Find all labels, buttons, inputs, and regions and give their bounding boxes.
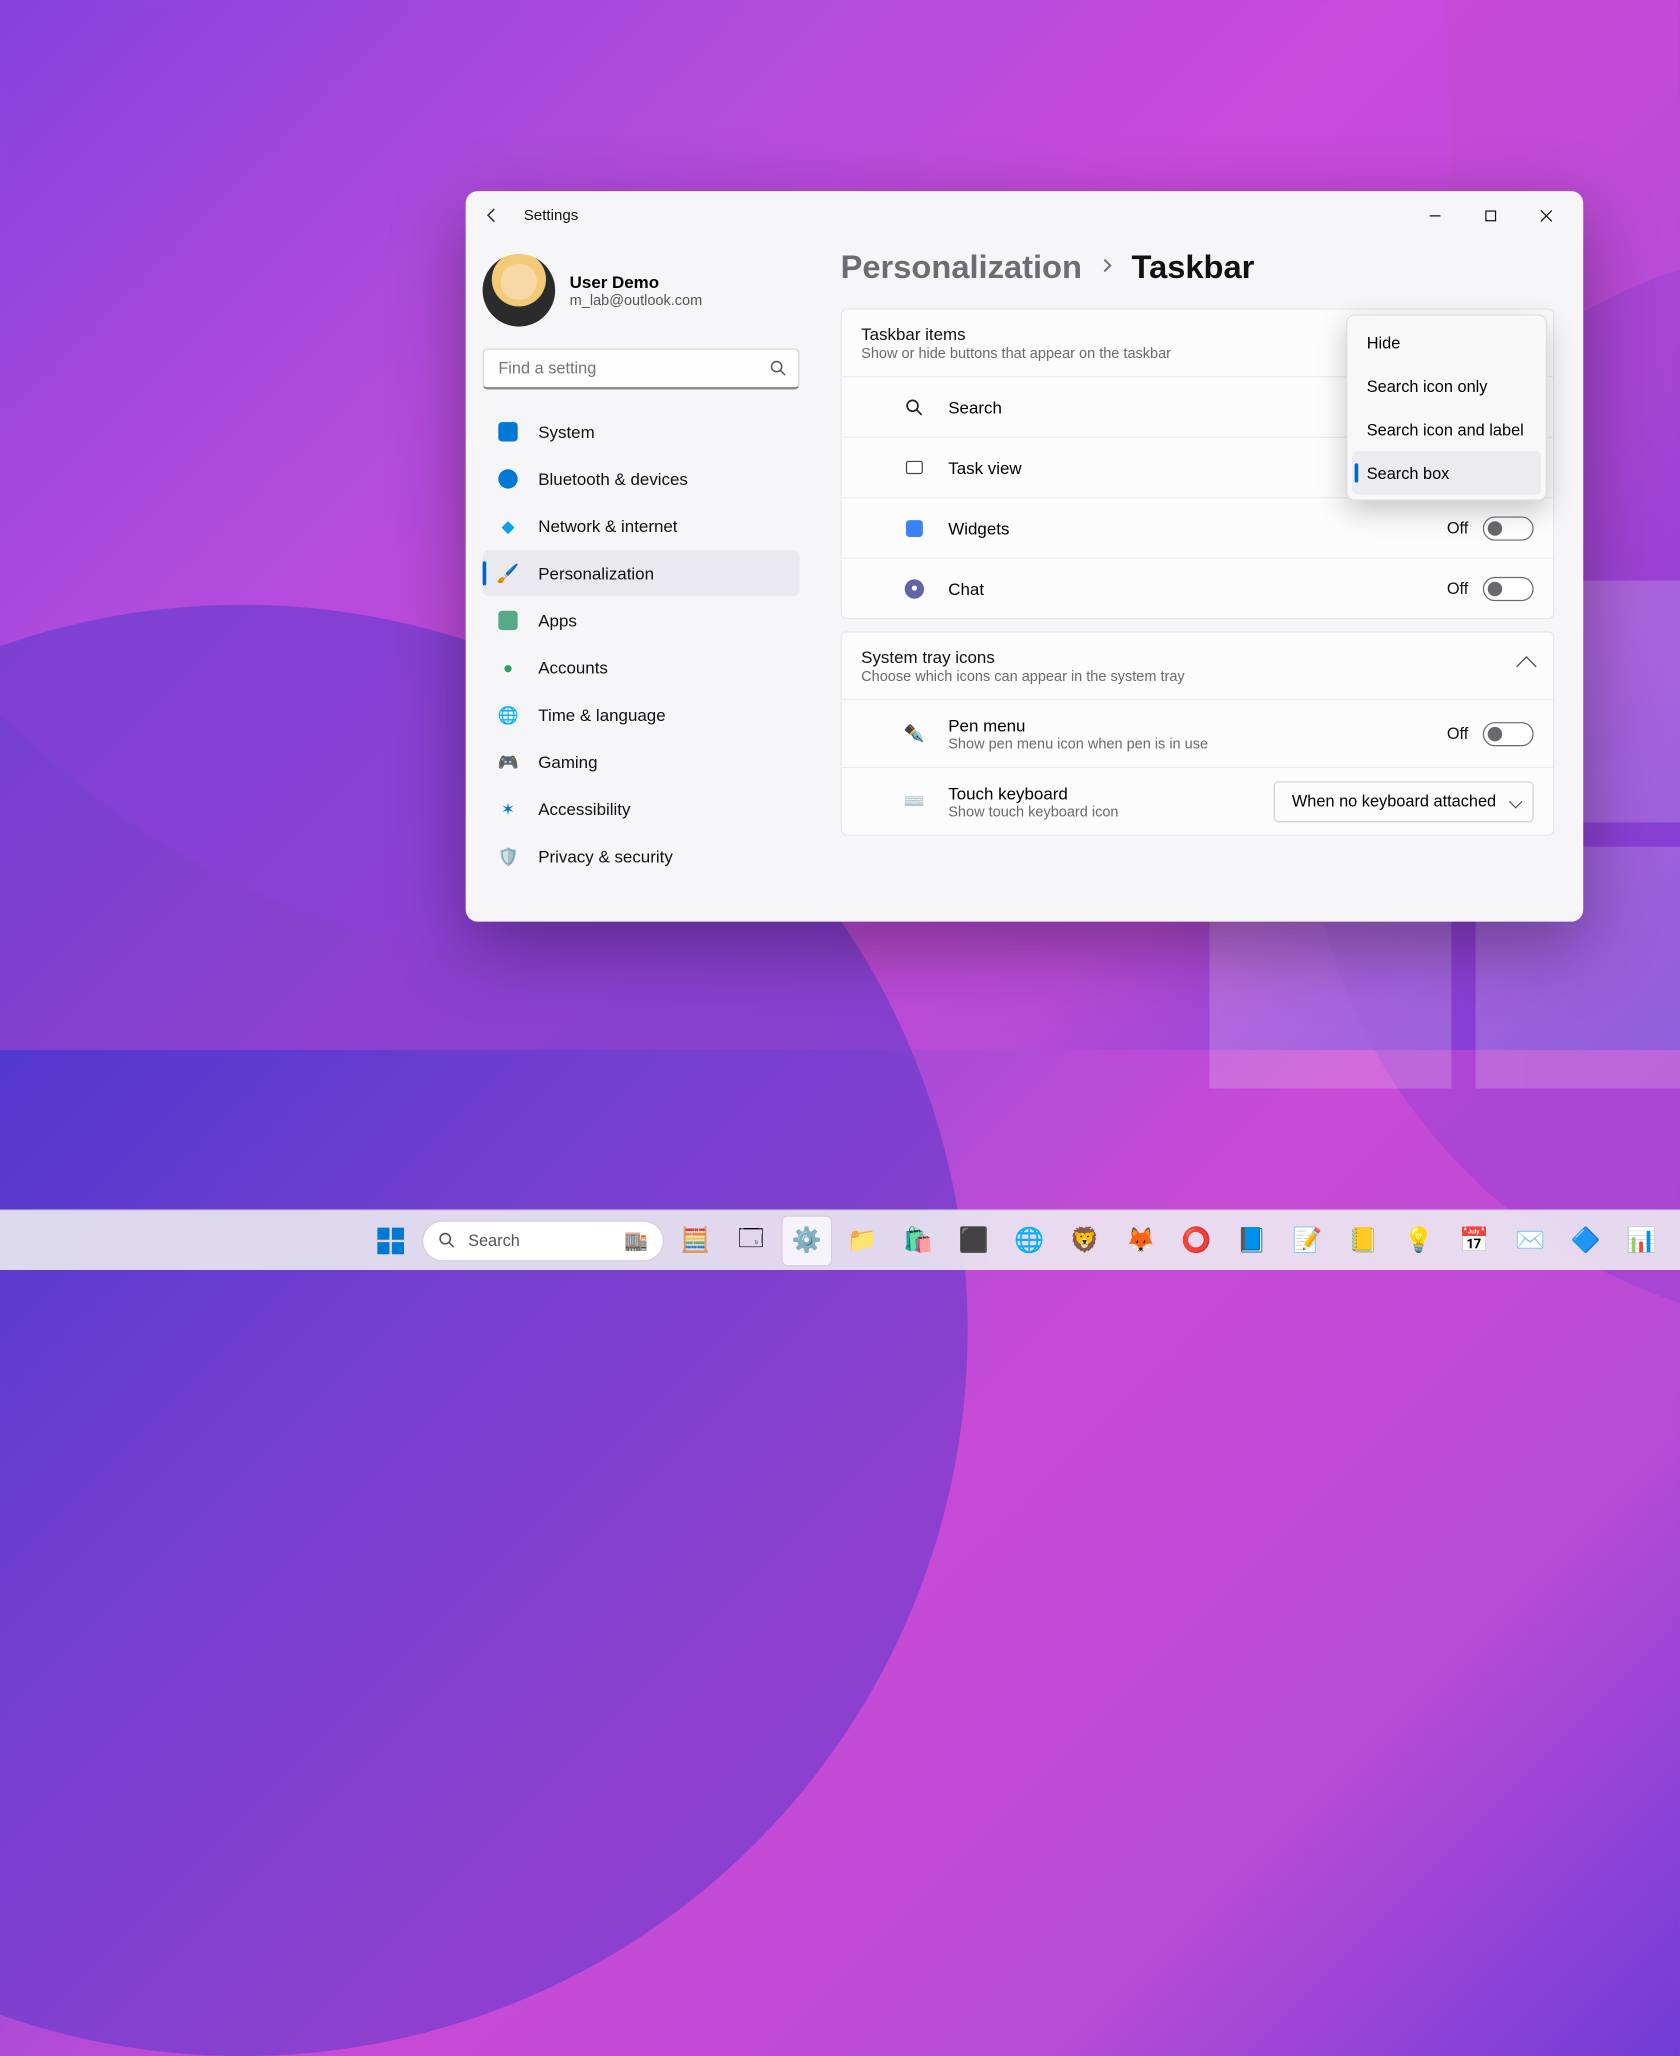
nav-accounts[interactable]: ●Accounts xyxy=(483,645,800,691)
apps-icon xyxy=(497,610,519,632)
taskbar-terminal[interactable]: ⬛ xyxy=(949,1216,997,1264)
system-tray-section: System tray icons Choose which icons can… xyxy=(841,631,1555,835)
chevron-up-icon xyxy=(1516,656,1537,677)
taskbar-chrome[interactable]: ⭕ xyxy=(1172,1216,1220,1264)
taskbar-firefox[interactable]: 🦊 xyxy=(1116,1216,1164,1264)
close-button[interactable] xyxy=(1518,196,1574,235)
search-icon xyxy=(769,359,787,383)
nav-accessibility[interactable]: ✶Accessibility xyxy=(483,786,800,832)
user-account-row[interactable]: User Demo m_lab@outlook.com xyxy=(483,254,800,327)
search-options-dropdown: Hide Search icon only Search icon and la… xyxy=(1346,314,1547,500)
search-input[interactable] xyxy=(483,348,800,389)
taskbar-brave[interactable]: 🦁 xyxy=(1061,1216,1109,1264)
toggle-widgets[interactable] xyxy=(1483,516,1534,540)
task-view-icon xyxy=(902,455,926,479)
taskbar-settings[interactable]: ⚙️ xyxy=(783,1216,831,1264)
search-icon xyxy=(902,395,926,419)
row-pen-menu: ✒️ Pen menu Show pen menu icon when pen … xyxy=(842,699,1553,767)
globe-icon: 🌐 xyxy=(497,704,519,726)
main-content: Personalization Taskbar Taskbar items Sh… xyxy=(816,239,1583,921)
taskbar-search[interactable]: Search 🏬 xyxy=(422,1220,664,1261)
search-icon xyxy=(438,1231,456,1249)
toggle-pen-menu[interactable] xyxy=(1483,721,1534,745)
taskbar-calendar[interactable]: 📅 xyxy=(1450,1216,1498,1264)
row-chat: ● Chat Off xyxy=(842,558,1553,618)
taskbar-app-3[interactable]: 📊 xyxy=(1617,1216,1665,1264)
taskbar-task-view[interactable]: 🗔 xyxy=(727,1216,775,1264)
taskbar-tips[interactable]: 💡 xyxy=(1395,1216,1443,1264)
row-widgets: Widgets Off xyxy=(842,497,1553,557)
touch-keyboard-dropdown[interactable]: When no keyboard attached xyxy=(1274,781,1534,822)
accessibility-icon: ✶ xyxy=(497,798,519,820)
minimize-button[interactable] xyxy=(1407,196,1463,235)
search-option-icon-only[interactable]: Search icon only xyxy=(1352,364,1541,408)
nav-time-language[interactable]: 🌐Time & language xyxy=(483,692,800,738)
nav-bluetooth[interactable]: Bluetooth & devices xyxy=(483,456,800,502)
sidebar: User Demo m_lab@outlook.com System Bluet… xyxy=(466,239,817,921)
settings-search[interactable] xyxy=(483,348,800,389)
titlebar: Settings xyxy=(466,191,1584,239)
display-icon xyxy=(497,421,519,443)
nav-privacy[interactable]: 🛡️Privacy & security xyxy=(483,833,800,879)
bluetooth-icon xyxy=(497,468,519,490)
taskbar: Search 🏬 🧮 🗔 ⚙️ 📁 🛍️ ⬛ 🌐 🦁 🦊 ⭕ 📘 📝 📒 💡 📅… xyxy=(0,1210,1680,1270)
search-option-icon-label[interactable]: Search icon and label xyxy=(1352,408,1541,452)
taskbar-word[interactable]: 📘 xyxy=(1228,1216,1276,1264)
taskbar-store[interactable]: 🛍️ xyxy=(894,1216,942,1264)
user-name: User Demo xyxy=(570,272,703,291)
search-option-hide[interactable]: Hide xyxy=(1352,321,1541,365)
maximize-button[interactable] xyxy=(1462,196,1518,235)
settings-window: Settings User Demo m_lab@outlook.com xyxy=(466,191,1584,922)
row-touch-keyboard: ⌨️ Touch keyboard Show touch keyboard ic… xyxy=(842,767,1553,835)
taskbar-mail[interactable]: ✉️ xyxy=(1506,1216,1554,1264)
person-icon: ● xyxy=(497,657,519,679)
taskbar-app-2[interactable]: 🔷 xyxy=(1561,1216,1609,1264)
back-button[interactable] xyxy=(475,198,509,232)
search-option-box[interactable]: Search box xyxy=(1352,451,1541,495)
start-button[interactable] xyxy=(366,1216,414,1264)
taskbar-app-1[interactable]: 📒 xyxy=(1339,1216,1387,1264)
taskbar-calculator[interactable]: 🧮 xyxy=(671,1216,719,1264)
breadcrumb-current: Taskbar xyxy=(1132,249,1255,286)
wifi-icon: ◆ xyxy=(497,515,519,537)
nav-network[interactable]: ◆Network & internet xyxy=(483,503,800,549)
nav-apps[interactable]: Apps xyxy=(483,597,800,643)
taskbar-edge[interactable]: 🌐 xyxy=(1005,1216,1053,1264)
nav-gaming[interactable]: 🎮Gaming xyxy=(483,739,800,785)
chevron-right-icon xyxy=(1099,257,1115,279)
chat-icon: ● xyxy=(902,576,926,600)
section-header-expand[interactable]: System tray icons Choose which icons can… xyxy=(842,633,1553,700)
taskbar-file-explorer[interactable]: 📁 xyxy=(838,1216,886,1264)
gamepad-icon: 🎮 xyxy=(497,751,519,773)
search-highlight-icon: 🏬 xyxy=(624,1228,648,1252)
nav-personalization[interactable]: 🖌️Personalization xyxy=(483,550,800,596)
breadcrumb-parent[interactable]: Personalization xyxy=(841,249,1082,286)
keyboard-icon: ⌨️ xyxy=(902,789,926,813)
taskbar-notepad[interactable]: 📝 xyxy=(1283,1216,1331,1264)
widgets-icon xyxy=(902,516,926,540)
window-title: Settings xyxy=(524,207,579,224)
breadcrumb: Personalization Taskbar xyxy=(841,249,1555,286)
pen-icon: ✒️ xyxy=(902,721,926,745)
paintbrush-icon: 🖌️ xyxy=(497,562,519,584)
shield-icon: 🛡️ xyxy=(497,845,519,867)
avatar xyxy=(483,254,556,327)
nav-system[interactable]: System xyxy=(483,409,800,455)
toggle-chat[interactable] xyxy=(1483,576,1534,600)
user-email: m_lab@outlook.com xyxy=(570,291,703,308)
